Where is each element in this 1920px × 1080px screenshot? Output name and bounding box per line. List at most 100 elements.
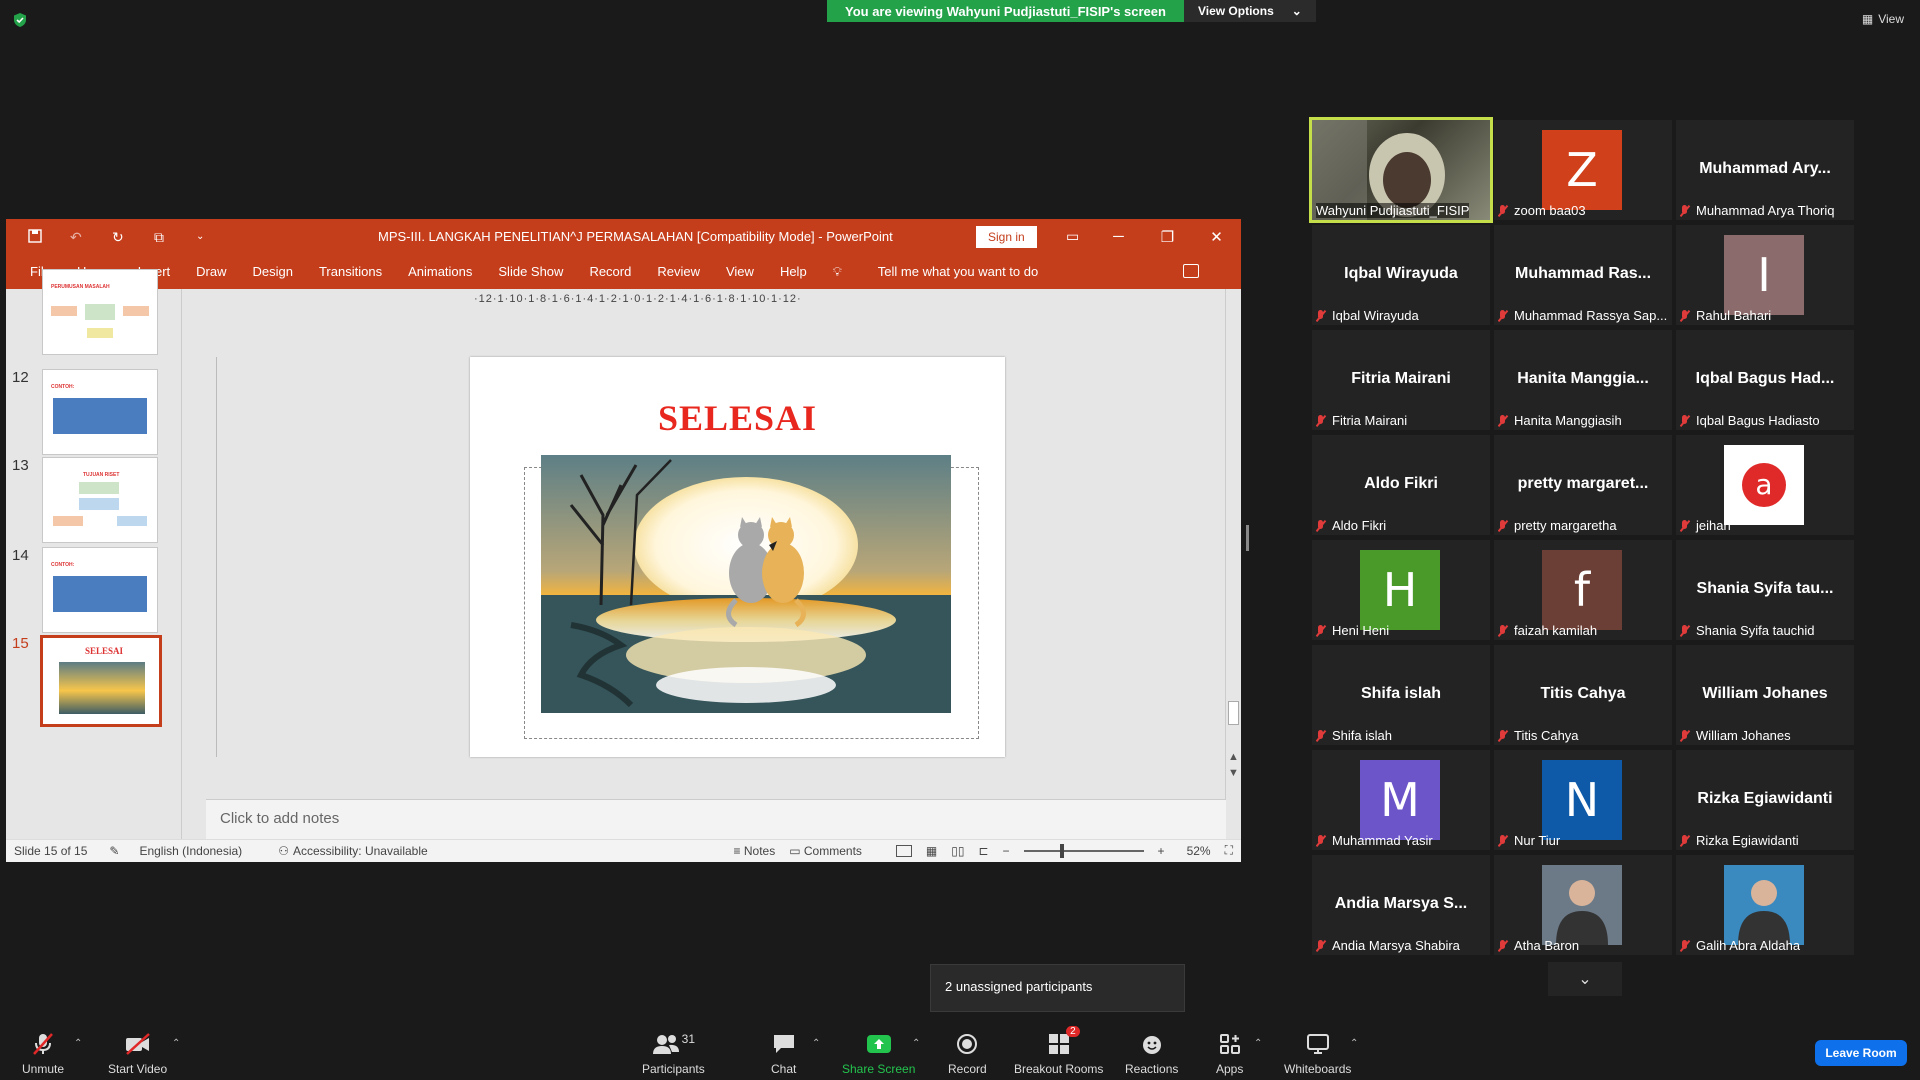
participant-tile[interactable]: f faizah kamilah — [1494, 540, 1672, 640]
present-icon[interactable]: ⧉ — [154, 229, 170, 245]
tell-me-search[interactable]: 💡︎ Tell me what you want to do — [833, 264, 1065, 280]
editor-scrollbar[interactable]: ▲ ▼ — [1225, 289, 1241, 839]
next-slide-icon[interactable]: ▼ — [1228, 767, 1239, 779]
view-options-button[interactable]: View Options ⌄ — [1183, 0, 1316, 22]
tab-view[interactable]: View — [726, 264, 754, 279]
record-button[interactable]: Record — [948, 1032, 987, 1076]
tab-draw[interactable]: Draw — [196, 264, 226, 279]
spell-check-icon[interactable]: ✎ — [109, 844, 119, 858]
participant-tile[interactable]: Iqbal Bagus Had... Iqbal Bagus Hadiasto — [1676, 330, 1854, 430]
language-status[interactable]: English (Indonesia) — [139, 844, 242, 858]
tab-record[interactable]: Record — [589, 264, 631, 279]
slide-thumbnail[interactable]: 14 CONTOH: — [6, 547, 181, 635]
participant-tile[interactable]: N Nur Tiur — [1494, 750, 1672, 850]
current-slide[interactable]: SELESAI — [470, 357, 1005, 757]
participant-tile[interactable]: Andia Marsya S... Andia Marsya Shabira — [1312, 855, 1490, 955]
comments-button[interactable]: ▭ Comments — [789, 844, 862, 858]
breakout-rooms-button[interactable]: 2 Breakout Rooms — [1014, 1026, 1103, 1076]
tab-slide-show[interactable]: Slide Show — [498, 264, 563, 279]
slideshow-view-icon[interactable]: ⊏ — [978, 844, 988, 858]
participant-tile[interactable]: Zzoom baa03 — [1494, 120, 1672, 220]
participant-tile[interactable]: Titis Cahya Titis Cahya — [1494, 645, 1672, 745]
customize-icon[interactable]: ⌄ — [196, 229, 212, 245]
participant-tile[interactable]: Muhammad Ras... Muhammad Rassya Sap... — [1494, 225, 1672, 325]
reactions-button[interactable]: Reactions — [1125, 1032, 1178, 1076]
slide-thumbnail[interactable]: 12 CONTOH: — [6, 369, 181, 457]
zoom-level[interactable]: 52% — [1187, 844, 1211, 858]
chat-button[interactable]: Chat — [771, 1032, 796, 1076]
zoom-in-icon[interactable]: + — [1158, 844, 1165, 858]
security-shield-icon[interactable] — [12, 12, 28, 28]
slide-thumbnail[interactable]: 13 TUJUAN RISET — [6, 457, 181, 545]
notes-pane[interactable]: Click to add notes — [206, 799, 1226, 839]
chat-options-caret-icon[interactable]: ⌃ — [812, 1038, 820, 1049]
gallery-next-page-button[interactable]: ⌄ — [1548, 962, 1622, 996]
participant-tile[interactable]: pretty margaret... pretty margaretha — [1494, 435, 1672, 535]
participant-name-label: William Johanes — [1680, 728, 1791, 743]
whiteboards-button[interactable]: Whiteboards — [1284, 1032, 1351, 1076]
tab-review[interactable]: Review — [657, 264, 700, 279]
slide-thumbnail[interactable]: PERUMUSAN MASALAH — [6, 269, 181, 357]
redo-icon[interactable]: ↻ — [112, 229, 128, 245]
prev-slide-icon[interactable]: ▲ — [1228, 751, 1239, 763]
participant-name-large: Hanita Manggia... — [1517, 370, 1649, 387]
apps-button[interactable]: Apps — [1216, 1032, 1243, 1076]
accessibility-status[interactable]: Accessibility: Unavailable — [293, 844, 428, 858]
share-screen-button[interactable]: Share Screen — [842, 1032, 915, 1076]
sign-in-button[interactable]: Sign in — [976, 226, 1037, 248]
participant-tile[interactable]: Rizka Egiawidanti Rizka Egiawidanti — [1676, 750, 1854, 850]
apps-options-caret-icon[interactable]: ⌃ — [1254, 1038, 1262, 1049]
participant-tile[interactable]: a jeihan — [1676, 435, 1854, 535]
slide-thumbnail-selected[interactable]: 15 SELESAI — [6, 635, 181, 727]
undo-icon[interactable]: ↶ — [70, 229, 86, 245]
participant-tile[interactable]: Aldo Fikri Aldo Fikri — [1312, 435, 1490, 535]
start-video-button[interactable]: Start Video — [108, 1032, 167, 1076]
participant-tile[interactable]: Shifa islah Shifa islah — [1312, 645, 1490, 745]
participant-tile[interactable]: M Muhammad Yasir — [1312, 750, 1490, 850]
fit-slide-icon[interactable]: ⛶ — [1225, 843, 1233, 858]
ribbon-display-icon[interactable]: ▭ — [1066, 228, 1079, 245]
participants-button[interactable]: 31 Participants — [642, 1032, 705, 1076]
participant-tile[interactable]: Hanita Manggia... Hanita Manggiasih — [1494, 330, 1672, 430]
tell-me-label: Tell me what you want to do — [877, 264, 1039, 279]
reading-view-icon[interactable]: ▯▯ — [951, 844, 964, 858]
participant-tile[interactable]: Galih Abra Aldaha — [1676, 855, 1854, 955]
zoom-slider[interactable] — [1023, 843, 1144, 858]
participant-tile[interactable]: I Rahul Bahari — [1676, 225, 1854, 325]
participant-tile[interactable]: Atha Baron — [1494, 855, 1672, 955]
video-off-icon — [124, 1032, 152, 1056]
comment-icon[interactable] — [1183, 264, 1199, 278]
slide-title[interactable]: SELESAI — [470, 397, 1005, 439]
notes-button[interactable]: ≡ Notes — [734, 844, 776, 858]
sunset-cats-image[interactable] — [541, 455, 951, 713]
zoom-out-icon[interactable]: − — [1003, 844, 1010, 858]
slide-sorter-icon[interactable]: ▦ — [926, 844, 937, 858]
maximize-icon[interactable]: ❐ — [1143, 219, 1192, 254]
participant-tile[interactable]: Fitria Mairani Fitria Mairani — [1312, 330, 1490, 430]
participant-tile[interactable]: William Johanes William Johanes — [1676, 645, 1854, 745]
audio-options-caret-icon[interactable]: ⌃ — [74, 1038, 82, 1049]
minimize-icon[interactable]: ─ — [1094, 219, 1143, 254]
share-options-caret-icon[interactable]: ⌃ — [912, 1038, 920, 1049]
view-button[interactable]: ▦ View — [1862, 12, 1904, 26]
participant-tile[interactable]: H Heni Heni — [1312, 540, 1490, 640]
whiteboard-options-caret-icon[interactable]: ⌃ — [1350, 1038, 1358, 1049]
participant-name: Galih Abra Aldaha — [1696, 938, 1801, 953]
tab-design[interactable]: Design — [253, 264, 293, 279]
participant-name-large: Shifa islah — [1360, 685, 1442, 702]
tab-help[interactable]: Help — [780, 264, 807, 279]
participant-tile[interactable]: Muhammad Ary... Muhammad Arya Thoriq — [1676, 120, 1854, 220]
video-options-caret-icon[interactable]: ⌃ — [172, 1038, 180, 1049]
participant-tile[interactable]: Wahyuni Pudjiastuti_FISIP — [1309, 117, 1493, 223]
participant-tile[interactable]: Iqbal Wirayuda Iqbal Wirayuda — [1312, 225, 1490, 325]
participant-tile[interactable]: Shania Syifa tau... Shania Syifa tauchid — [1676, 540, 1854, 640]
save-icon[interactable] — [28, 228, 44, 245]
thumbnails-scrollbar[interactable] — [181, 289, 195, 839]
close-icon[interactable]: ✕ — [1192, 219, 1241, 254]
gallery-resize-handle[interactable] — [1246, 525, 1249, 551]
tab-transitions[interactable]: Transitions — [319, 264, 382, 279]
leave-room-button[interactable]: Leave Room — [1815, 1040, 1907, 1066]
tab-animations[interactable]: Animations — [408, 264, 472, 279]
unmute-button[interactable]: Unmute — [22, 1032, 64, 1076]
normal-view-icon[interactable] — [895, 844, 912, 857]
